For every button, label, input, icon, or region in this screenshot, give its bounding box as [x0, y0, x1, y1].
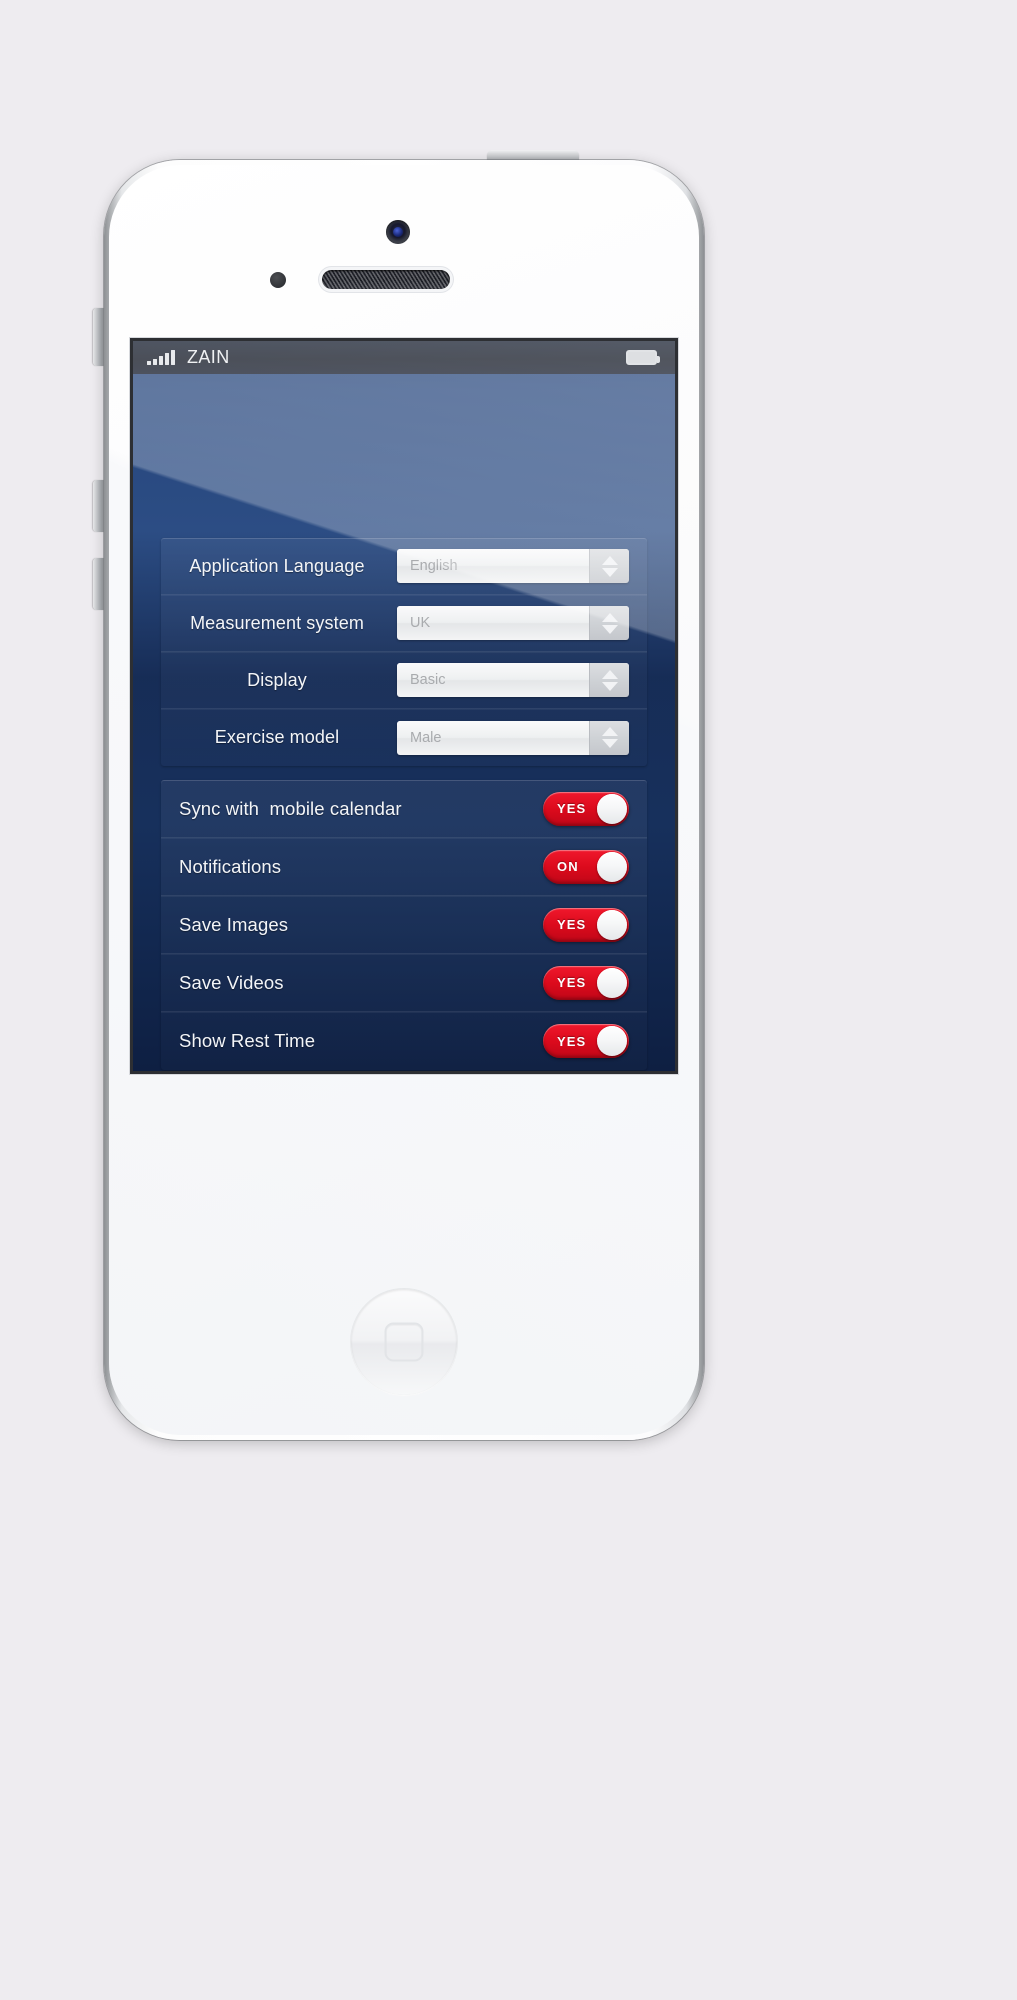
arrow-up-icon[interactable] [601, 727, 618, 736]
carrier-label: ZAIN [187, 347, 230, 367]
setting-label: Exercise model [214, 727, 340, 747]
setting-row-exercise-model[interactable]: Exercise model Male [161, 709, 647, 766]
setting-label: Application Language [189, 555, 365, 576]
toggle-state-label: YES [557, 1033, 587, 1049]
arrow-down-icon[interactable] [601, 624, 618, 634]
toggle-knob[interactable] [597, 909, 627, 940]
setting-row-save-images[interactable]: Save Images YES [161, 896, 647, 954]
setting-label: Save Videos [179, 971, 284, 993]
setting-row-save-videos[interactable]: Save Videos YES [161, 954, 647, 1012]
arrow-down-icon[interactable] [601, 681, 618, 691]
setting-label: Show Rest Time [179, 1030, 316, 1051]
arrow-up-icon[interactable] [601, 555, 618, 565]
setting-row-display[interactable]: Display Basic [161, 652, 647, 709]
toggle-settings-group: Sync with mobile calendar YES Notificati… [161, 780, 647, 1070]
toggle-state-label: ON [557, 859, 579, 874]
toggle-state-label: YES [557, 917, 587, 932]
stepper-arrows-icon[interactable] [589, 549, 629, 583]
setting-label: Display [247, 669, 307, 690]
front-camera-icon [386, 220, 410, 244]
status-bar: ZAIN [133, 341, 675, 374]
settings-list: Application Language English Measurement… [133, 374, 675, 1070]
setting-row-measurement-system[interactable]: Measurement system UK [161, 595, 647, 652]
arrow-down-icon[interactable] [601, 567, 618, 577]
select-value: English [397, 549, 589, 583]
toggle-knob[interactable] [597, 793, 627, 824]
stepper-arrows-icon[interactable] [589, 720, 629, 755]
measurement-system-select[interactable]: UK [397, 606, 629, 640]
home-button-icon[interactable] [351, 1289, 457, 1395]
toggle-state-label: YES [557, 975, 587, 990]
setting-label: Measurement system [190, 612, 364, 633]
select-value: Basic [397, 663, 589, 697]
sync-mobile-calendar-toggle[interactable]: YES [543, 791, 629, 826]
save-videos-toggle[interactable]: YES [543, 965, 629, 1000]
setting-label: Save Images [179, 913, 289, 935]
select-value: UK [397, 606, 589, 640]
setting-row-notifications[interactable]: Notifications ON [161, 838, 647, 896]
arrow-up-icon[interactable] [601, 669, 618, 679]
home-button-square [384, 1322, 424, 1362]
select-settings-group: Application Language English Measurement… [161, 538, 647, 766]
toggle-state-label: YES [557, 801, 587, 816]
show-rest-time-toggle[interactable]: YES [543, 1024, 629, 1058]
toggle-knob[interactable] [597, 851, 627, 882]
display-select[interactable]: Basic [397, 663, 629, 697]
stepper-arrows-icon[interactable] [589, 606, 629, 640]
arrow-up-icon[interactable] [601, 612, 618, 622]
earpiece-speaker-icon [322, 270, 450, 289]
battery-icon [626, 350, 660, 365]
notifications-toggle[interactable]: ON [543, 849, 629, 884]
setting-label: Notifications [179, 855, 282, 877]
application-language-select[interactable]: English [397, 549, 629, 583]
toggle-knob[interactable] [597, 967, 627, 998]
setting-row-application-language[interactable]: Application Language English [161, 538, 647, 595]
exercise-model-select[interactable]: Male [397, 720, 629, 755]
toggle-knob[interactable] [597, 1026, 627, 1056]
setting-row-sync-mobile-calendar[interactable]: Sync with mobile calendar YES [161, 780, 647, 838]
signal-bars-icon [147, 350, 175, 365]
select-value: Male [397, 720, 589, 755]
phone-screen: ZAIN Application Language English Measur… [133, 341, 675, 1071]
setting-row-show-rest-time[interactable]: Show Rest Time YES [161, 1012, 647, 1070]
stepper-arrows-icon[interactable] [589, 663, 629, 697]
setting-label: Sync with mobile calendar [179, 797, 402, 819]
iphone-device-frame: ZAIN Application Language English Measur… [93, 150, 704, 1440]
arrow-down-icon[interactable] [601, 739, 618, 748]
proximity-sensor-icon [270, 272, 286, 288]
save-images-toggle[interactable]: YES [543, 907, 629, 942]
